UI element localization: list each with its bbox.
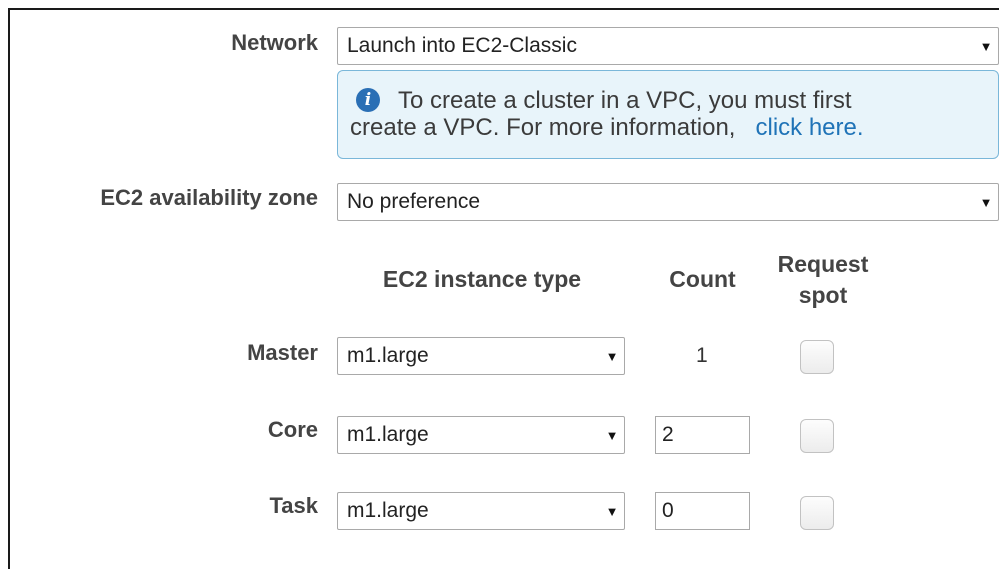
core-label: Core xyxy=(267,417,318,442)
availability-zone-label: EC2 availability zone xyxy=(100,185,318,210)
master-instance-type-select[interactable]: m1.large ▼ xyxy=(337,337,625,375)
network-select-value: Launch into EC2-Classic xyxy=(347,34,577,57)
availability-zone-value: No preference xyxy=(347,190,481,213)
master-count: 1 xyxy=(696,344,708,367)
network-label: Network xyxy=(231,30,318,55)
core-count-input[interactable]: 2 xyxy=(655,416,750,454)
master-instance-type-value: m1.large xyxy=(347,344,429,367)
count-header: Count xyxy=(669,266,736,292)
master-request-spot-checkbox[interactable] xyxy=(800,340,834,374)
request-spot-header-line-2: spot xyxy=(798,282,848,308)
core-instance-type-select[interactable]: m1.large ▼ xyxy=(337,416,625,454)
task-instance-type-select[interactable]: m1.large ▼ xyxy=(337,492,625,530)
dropdown-arrow-icon: ▼ xyxy=(979,194,993,210)
task-instance-type-value: m1.large xyxy=(347,499,429,522)
task-count-input[interactable]: 0 xyxy=(655,492,750,530)
core-request-spot-checkbox[interactable] xyxy=(800,419,834,453)
task-request-spot-checkbox[interactable] xyxy=(800,496,834,530)
info-text-line-2: create a VPC. For more information, xyxy=(350,114,736,141)
dropdown-arrow-icon: ▼ xyxy=(605,503,619,519)
info-icon: i xyxy=(356,88,380,112)
click-here-link[interactable]: click here. xyxy=(755,114,863,141)
instance-type-header: EC2 instance type xyxy=(382,266,582,292)
info-line-2: create a VPC. For more information, click… xyxy=(350,110,986,146)
task-label: Task xyxy=(269,493,318,518)
dropdown-arrow-icon: ▼ xyxy=(979,38,993,54)
master-label: Master xyxy=(247,340,318,365)
frame-border-top xyxy=(8,8,999,10)
vpc-info-box: i To create a cluster in a VPC, you must … xyxy=(337,70,999,159)
dropdown-arrow-icon: ▼ xyxy=(605,348,619,364)
core-instance-type-value: m1.large xyxy=(347,423,429,446)
request-spot-header: Request spot xyxy=(768,249,878,311)
dropdown-arrow-icon: ▼ xyxy=(605,427,619,443)
network-select[interactable]: Launch into EC2-Classic ▼ xyxy=(337,27,999,65)
request-spot-header-line-1: Request xyxy=(777,251,869,277)
frame-border-left xyxy=(8,8,10,569)
availability-zone-select[interactable]: No preference ▼ xyxy=(337,183,999,221)
